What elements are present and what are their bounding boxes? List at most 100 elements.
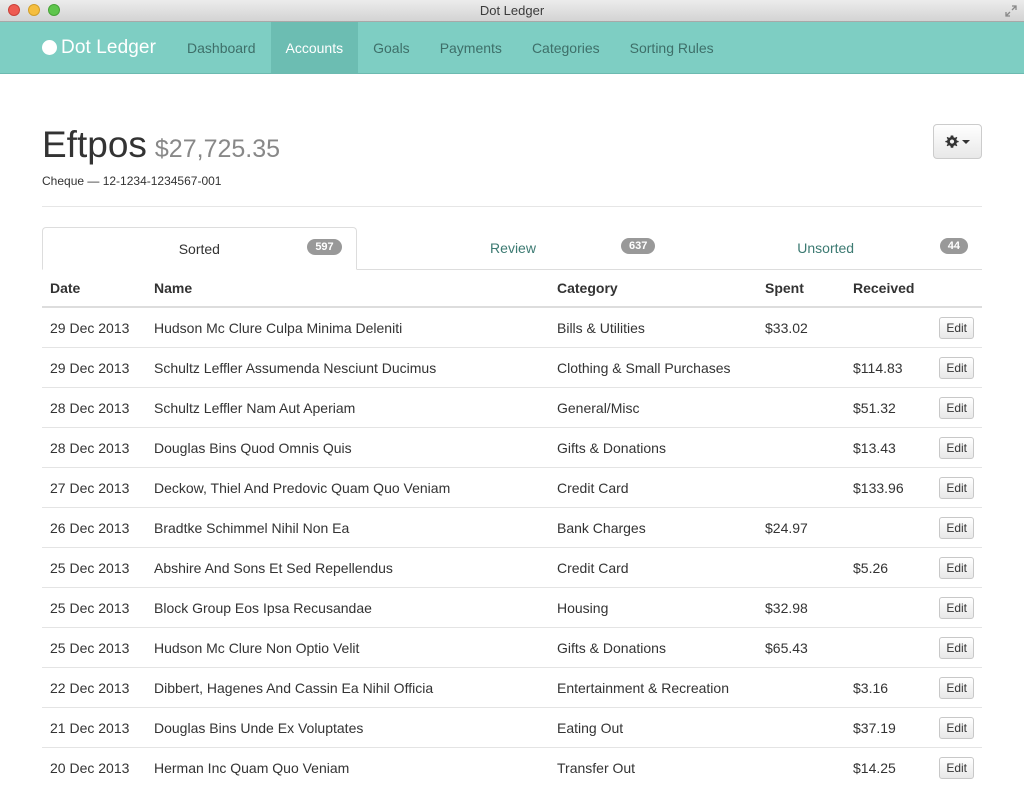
edit-transaction-button[interactable]: Edit	[939, 397, 974, 419]
cell-category: General/Misc	[549, 388, 757, 428]
edit-transaction-button[interactable]: Edit	[939, 357, 974, 379]
cell-spent	[757, 748, 845, 787]
cell-received	[845, 628, 925, 668]
cell-date: 25 Dec 2013	[42, 628, 146, 668]
edit-transaction-button[interactable]: Edit	[939, 317, 974, 339]
cell-received: $14.25	[845, 748, 925, 787]
cell-spent	[757, 388, 845, 428]
fullscreen-icon[interactable]	[1004, 4, 1018, 18]
cell-name: Douglas Bins Quod Omnis Quis	[146, 428, 549, 468]
cell-spent	[757, 668, 845, 708]
cell-actions: Edit	[925, 548, 982, 588]
account-subtitle: Cheque — 12-1234-1234567-001	[42, 174, 982, 188]
cell-spent	[757, 468, 845, 508]
nav-item-goals[interactable]: Goals	[358, 22, 425, 73]
edit-transaction-button[interactable]: Edit	[939, 757, 974, 779]
edit-transaction-button[interactable]: Edit	[939, 437, 974, 459]
edit-transaction-button[interactable]: Edit	[939, 477, 974, 499]
table-row: 25 Dec 2013Abshire And Sons Et Sed Repel…	[42, 548, 982, 588]
tab-review[interactable]: Review 637	[357, 227, 670, 269]
transactions-table: Date Name Category Spent Received 29 Dec…	[42, 270, 982, 787]
cell-spent	[757, 708, 845, 748]
edit-transaction-button[interactable]: Edit	[939, 637, 974, 659]
cell-date: 21 Dec 2013	[42, 708, 146, 748]
brand-link[interactable]: Dot Ledger	[0, 22, 172, 73]
cell-category: Housing	[549, 588, 757, 628]
cell-actions: Edit	[925, 307, 982, 348]
cell-received: $133.96	[845, 468, 925, 508]
account-name: Eftpos	[42, 124, 147, 166]
cell-spent	[757, 428, 845, 468]
cell-actions: Edit	[925, 348, 982, 388]
table-row: 26 Dec 2013Bradtke Schimmel Nihil Non Ea…	[42, 508, 982, 548]
cell-spent: $65.43	[757, 628, 845, 668]
cell-actions: Edit	[925, 468, 982, 508]
cell-date: 28 Dec 2013	[42, 428, 146, 468]
tab-review-count-badge: 637	[621, 238, 655, 254]
cell-spent: $33.02	[757, 307, 845, 348]
tab-sorted-label: Sorted	[179, 241, 220, 257]
tab-review-label: Review	[490, 240, 536, 256]
cell-category: Transfer Out	[549, 748, 757, 787]
tab-unsorted[interactable]: Unsorted 44	[669, 227, 982, 269]
cell-actions: Edit	[925, 588, 982, 628]
nav-item-dashboard[interactable]: Dashboard	[172, 22, 271, 73]
table-row: 29 Dec 2013Schultz Leffler Assumenda Nes…	[42, 348, 982, 388]
edit-transaction-button[interactable]: Edit	[939, 517, 974, 539]
window-titlebar: Dot Ledger	[0, 0, 1024, 22]
transaction-tabs: Sorted 597 Review 637 Unsorted 44	[42, 227, 982, 270]
column-header-category[interactable]: Category	[549, 270, 757, 307]
account-settings-dropdown-button[interactable]	[933, 124, 982, 159]
cell-actions: Edit	[925, 428, 982, 468]
column-header-name[interactable]: Name	[146, 270, 549, 307]
account-header: Eftpos $27,725.35 Cheque — 12-1234-12345…	[0, 74, 1024, 188]
tab-unsorted-count-badge: 44	[940, 238, 968, 254]
cell-spent	[757, 548, 845, 588]
cell-date: 25 Dec 2013	[42, 588, 146, 628]
edit-transaction-button[interactable]: Edit	[939, 677, 974, 699]
table-row: 20 Dec 2013Herman Inc Quam Quo VeniamTra…	[42, 748, 982, 787]
cell-category: Clothing & Small Purchases	[549, 348, 757, 388]
edit-transaction-button[interactable]: Edit	[939, 557, 974, 579]
cell-name: Herman Inc Quam Quo Veniam	[146, 748, 549, 787]
cell-actions: Edit	[925, 708, 982, 748]
cell-received	[845, 588, 925, 628]
cell-category: Gifts & Donations	[549, 628, 757, 668]
cell-name: Deckow, Thiel And Predovic Quam Quo Veni…	[146, 468, 549, 508]
window-title: Dot Ledger	[0, 3, 1024, 18]
column-header-actions	[925, 270, 982, 307]
nav-item-accounts[interactable]: Accounts	[271, 22, 359, 73]
cell-actions: Edit	[925, 388, 982, 428]
table-header-row: Date Name Category Spent Received	[42, 270, 982, 307]
table-row: 21 Dec 2013Douglas Bins Unde Ex Voluptat…	[42, 708, 982, 748]
nav-item-categories[interactable]: Categories	[517, 22, 615, 73]
cell-date: 27 Dec 2013	[42, 468, 146, 508]
cell-date: 28 Dec 2013	[42, 388, 146, 428]
edit-transaction-button[interactable]: Edit	[939, 597, 974, 619]
cell-spent: $24.97	[757, 508, 845, 548]
cell-spent: $32.98	[757, 588, 845, 628]
table-row: 22 Dec 2013Dibbert, Hagenes And Cassin E…	[42, 668, 982, 708]
tab-unsorted-label: Unsorted	[797, 240, 854, 256]
cell-name: Hudson Mc Clure Culpa Minima Deleniti	[146, 307, 549, 348]
cell-name: Dibbert, Hagenes And Cassin Ea Nihil Off…	[146, 668, 549, 708]
nav-item-payments[interactable]: Payments	[425, 22, 517, 73]
cell-date: 25 Dec 2013	[42, 548, 146, 588]
table-row: 28 Dec 2013Schultz Leffler Nam Aut Aperi…	[42, 388, 982, 428]
gear-icon	[945, 135, 959, 149]
cell-name: Schultz Leffler Assumenda Nesciunt Ducim…	[146, 348, 549, 388]
table-row: 28 Dec 2013Douglas Bins Quod Omnis QuisG…	[42, 428, 982, 468]
cell-category: Credit Card	[549, 468, 757, 508]
nav-item-sorting-rules[interactable]: Sorting Rules	[615, 22, 729, 73]
cell-received: $5.26	[845, 548, 925, 588]
tab-sorted[interactable]: Sorted 597	[42, 227, 357, 270]
account-balance: $27,725.35	[155, 135, 280, 164]
column-header-spent[interactable]: Spent	[757, 270, 845, 307]
cell-category: Gifts & Donations	[549, 428, 757, 468]
column-header-date[interactable]: Date	[42, 270, 146, 307]
cell-name: Douglas Bins Unde Ex Voluptates	[146, 708, 549, 748]
edit-transaction-button[interactable]: Edit	[939, 717, 974, 739]
cell-spent	[757, 348, 845, 388]
column-header-received[interactable]: Received	[845, 270, 925, 307]
cell-date: 22 Dec 2013	[42, 668, 146, 708]
